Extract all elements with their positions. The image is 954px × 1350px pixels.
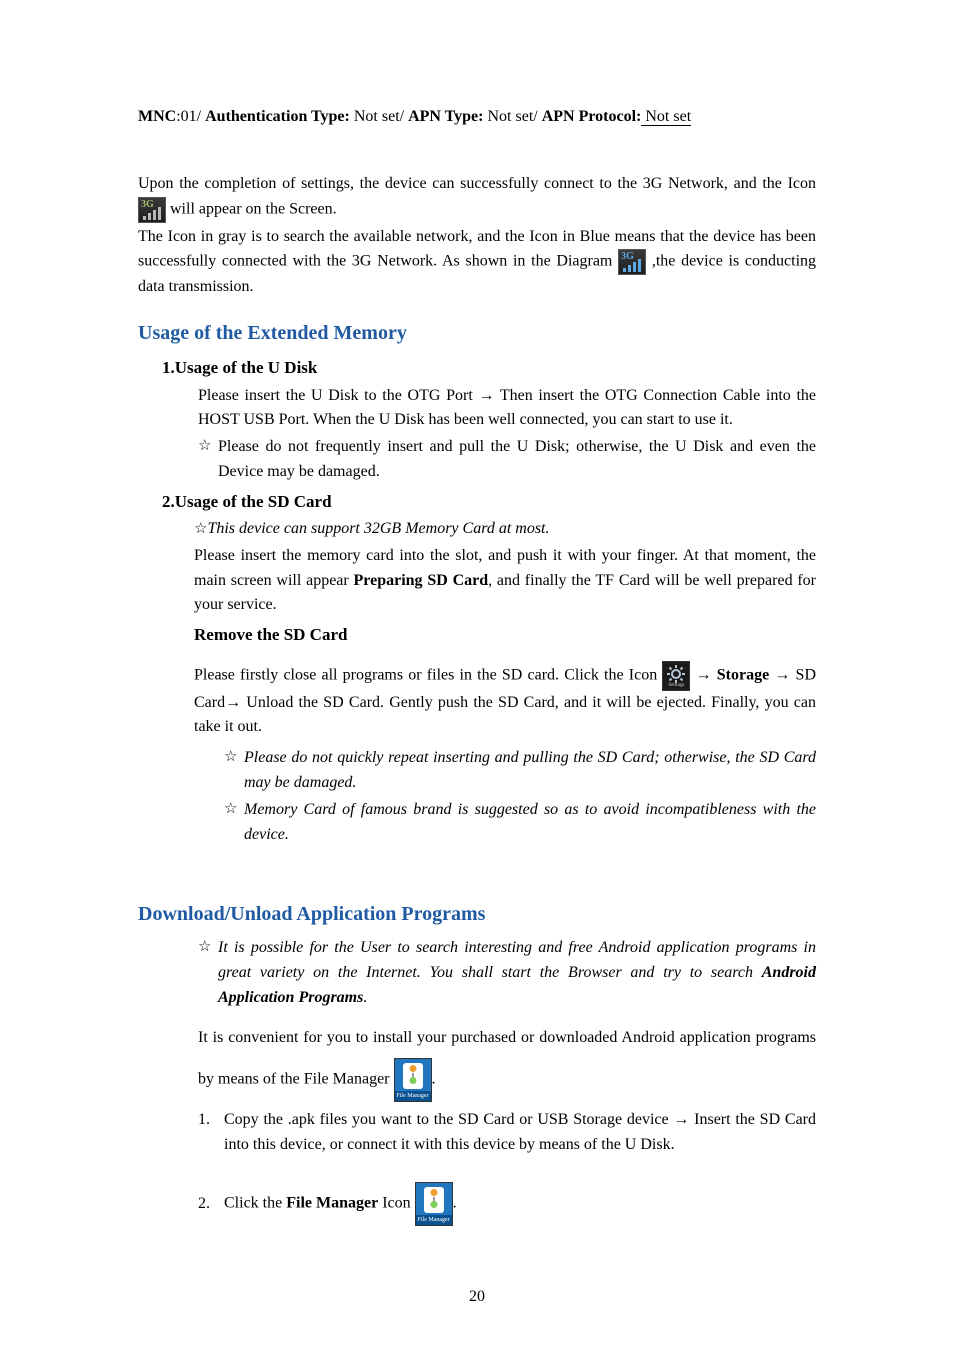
download-note-text: It is possible for the User to search in… bbox=[218, 936, 816, 1010]
star-icon: ☆ bbox=[194, 521, 207, 537]
remove-sd-warn2-text: Memory Card of famous brand is suggested… bbox=[244, 798, 816, 848]
star-icon: ☆ bbox=[198, 936, 218, 1010]
page-number: 20 bbox=[0, 1285, 954, 1310]
intro-text-1a: Upon the completion of settings, the dev… bbox=[138, 175, 816, 192]
remove-sd-warning-2: ☆ Memory Card of famous brand is suggest… bbox=[224, 798, 816, 848]
li2a: Click the bbox=[224, 1195, 286, 1212]
star-icon: ☆ bbox=[224, 798, 244, 848]
mnc-label: MNC bbox=[138, 108, 176, 125]
intro-paragraph-2: The Icon in gray is to search the availa… bbox=[138, 225, 816, 301]
3g-gray-icon bbox=[138, 197, 166, 223]
settings-caption: Settings bbox=[663, 682, 689, 690]
document-page: MNC:01/ Authentication Type: Not set/ AP… bbox=[0, 0, 954, 1350]
u-disk-warning-text: Please do not frequently insert and pull… bbox=[218, 435, 816, 485]
section-extended-memory: Usage of the Extended Memory bbox=[138, 318, 816, 349]
intro-text-1b: will appear on the Screen. bbox=[170, 200, 337, 217]
remove-sd-paragraph: Please firstly close all programs or fil… bbox=[194, 661, 816, 741]
li2b: File Manager bbox=[286, 1195, 378, 1212]
dl-star-a: It is possible for the User to search in… bbox=[218, 939, 816, 981]
apn-type-label: APN Type: bbox=[408, 108, 483, 125]
mnc-value: :01/ bbox=[176, 108, 205, 125]
list-item: 1. Copy the .apk files you want to the S… bbox=[198, 1108, 816, 1158]
install-paragraph: It is convenient for you to install your… bbox=[198, 1017, 816, 1103]
auth-label: Authentication Type: bbox=[205, 108, 350, 125]
subsection-u-disk: 1.Usage of the U Disk bbox=[162, 355, 816, 381]
auth-value: Not set/ bbox=[350, 108, 408, 125]
u-disk-paragraph: Please insert the U Disk to the OTG Port… bbox=[198, 384, 816, 434]
apn-proto-label: APN Protocol: bbox=[542, 108, 642, 125]
file-manager-icon: File Manager bbox=[415, 1182, 453, 1226]
download-note: ☆ It is possible for the User to search … bbox=[198, 936, 816, 1010]
subsection-remove-sd: Remove the SD Card bbox=[194, 622, 816, 648]
sd-p1b: Preparing SD Card bbox=[354, 572, 489, 589]
section-download-unload: Download/Unload Application Programs bbox=[138, 899, 816, 930]
fm-caption-2: File Manager bbox=[416, 1215, 452, 1225]
list-text-2: Click the File Manager Icon File Manager… bbox=[224, 1182, 816, 1226]
rm-text-b: → bbox=[696, 666, 717, 683]
dl-p1b: . bbox=[432, 1071, 436, 1088]
rm-text-a: Please firstly close all programs or fil… bbox=[194, 666, 662, 683]
intro-paragraph-1: Upon the completion of settings, the dev… bbox=[138, 172, 816, 223]
sd-support-text: This device can support 32GB Memory Card… bbox=[207, 520, 549, 537]
remove-sd-warning-1: ☆ Please do not quickly repeat inserting… bbox=[224, 746, 816, 796]
fm-caption: File Manager bbox=[395, 1091, 431, 1101]
li2d: . bbox=[453, 1195, 457, 1212]
3g-blue-icon bbox=[618, 249, 646, 275]
list-item: 2. Click the File Manager Icon File Mana… bbox=[198, 1182, 816, 1226]
dl-p1a: It is convenient for you to install your… bbox=[198, 1029, 816, 1088]
remove-sd-warn1-text: Please do not quickly repeat inserting a… bbox=[244, 746, 816, 796]
file-manager-icon: File Manager bbox=[394, 1058, 432, 1102]
li2c: Icon bbox=[378, 1195, 414, 1212]
rm-text-c: Storage bbox=[717, 666, 769, 683]
star-icon: ☆ bbox=[224, 746, 244, 796]
subsection-sd-card: 2.Usage of the SD Card bbox=[162, 489, 816, 515]
star-icon: ☆ bbox=[198, 435, 218, 485]
sd-insert-paragraph: Please insert the memory card into the s… bbox=[194, 544, 816, 618]
u-disk-warning: ☆ Please do not frequently insert and pu… bbox=[198, 435, 816, 485]
apn-type-value: Not set/ bbox=[483, 108, 541, 125]
list-number-1: 1. bbox=[198, 1108, 224, 1158]
list-text-1: Copy the .apk files you want to the SD C… bbox=[224, 1108, 816, 1158]
sd-support-note: ☆This device can support 32GB Memory Car… bbox=[194, 517, 816, 542]
settings-icon: Settings bbox=[662, 661, 690, 691]
dl-star-c: . bbox=[363, 989, 367, 1006]
list-number-2: 2. bbox=[198, 1192, 224, 1217]
apn-settings-line: MNC:01/ Authentication Type: Not set/ AP… bbox=[138, 105, 816, 130]
apn-proto-value: Not set bbox=[641, 108, 691, 126]
